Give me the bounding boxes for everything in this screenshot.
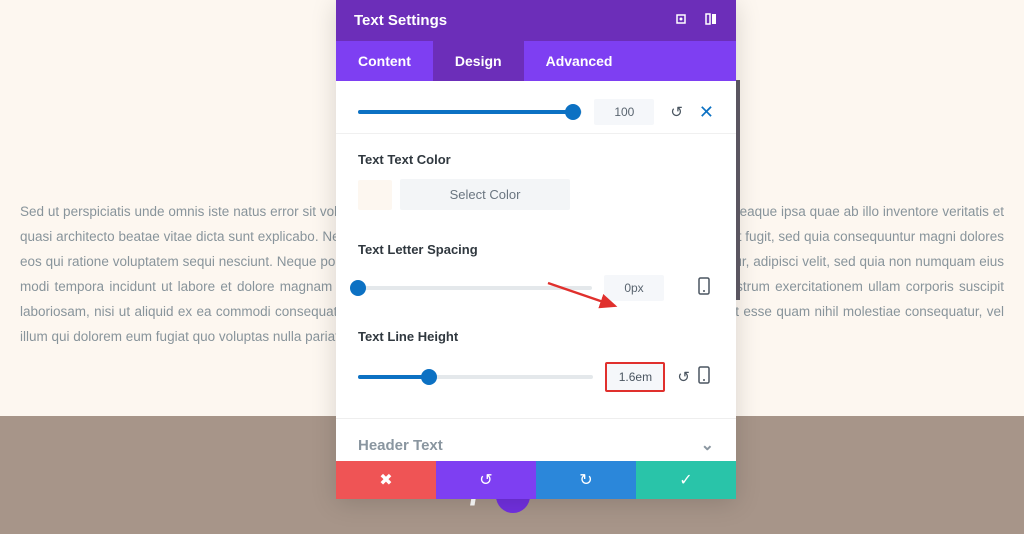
responsive-icon[interactable] — [694, 366, 714, 388]
letter-spacing-value[interactable]: 0px — [604, 275, 664, 301]
responsive-icon[interactable] — [694, 277, 714, 299]
select-color-button[interactable]: Select Color — [400, 179, 570, 210]
header-text-label: Header Text — [358, 437, 443, 454]
redo-button[interactable]: ↻ — [536, 461, 636, 499]
line-height-label: Text Line Height — [336, 311, 736, 352]
text-size-row: 100 ↺ ✕ — [336, 81, 736, 134]
undo-button[interactable]: ↺ — [436, 461, 536, 499]
chevron-down-icon: ⌄ — [701, 435, 714, 455]
cancel-button[interactable]: ✖ — [336, 461, 436, 499]
line-height-row: 1.6em ↺ — [336, 352, 736, 402]
modal-scrollbar[interactable] — [736, 80, 740, 300]
text-settings-modal: Text Settings Content Design Advanced 10… — [336, 0, 736, 499]
text-color-row: Select Color — [336, 175, 736, 224]
reset-icon[interactable]: ↺ — [666, 103, 687, 121]
text-size-slider[interactable] — [358, 110, 582, 114]
expand-icon[interactable] — [674, 12, 688, 29]
modal-footer: ✖ ↺ ↻ ✓ — [336, 461, 736, 499]
modal-body: 100 ↺ ✕ Text Text Color Select Color Tex… — [336, 81, 736, 461]
color-swatch[interactable] — [358, 180, 392, 210]
letter-spacing-slider[interactable] — [358, 286, 592, 290]
tab-design[interactable]: Design — [433, 41, 524, 81]
letter-spacing-label: Text Letter Spacing — [336, 224, 736, 265]
close-icon[interactable]: ✕ — [699, 102, 714, 123]
tab-content[interactable]: Content — [336, 41, 433, 81]
letter-spacing-row: 0px — [336, 265, 736, 311]
tab-advanced[interactable]: Advanced — [524, 41, 635, 81]
save-button[interactable]: ✓ — [636, 461, 736, 499]
text-size-value[interactable]: 100 — [594, 99, 654, 125]
modal-tabs: Content Design Advanced — [336, 41, 736, 81]
text-color-label: Text Text Color — [336, 134, 736, 175]
line-height-value[interactable]: 1.6em — [605, 362, 665, 392]
header-text-section[interactable]: Header Text ⌄ — [336, 418, 736, 461]
line-height-slider[interactable] — [358, 375, 593, 379]
snap-icon[interactable] — [704, 12, 718, 29]
reset-icon[interactable]: ↺ — [673, 368, 694, 386]
modal-header: Text Settings — [336, 0, 736, 41]
modal-header-controls — [674, 12, 718, 29]
modal-title: Text Settings — [354, 12, 447, 29]
